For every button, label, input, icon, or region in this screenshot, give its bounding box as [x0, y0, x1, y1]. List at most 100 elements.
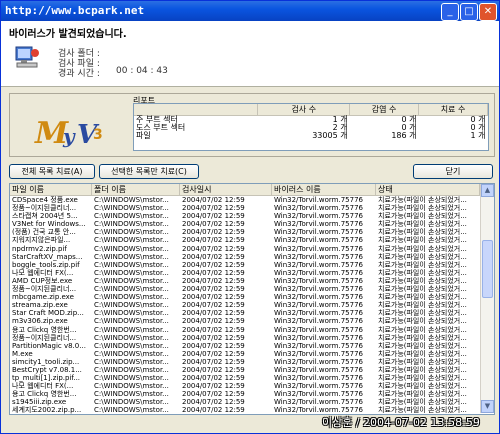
table-cell: 치료가능(파일이 손상되었거... [378, 212, 467, 221]
table-cell: C:\WINDOWS\mstor... [94, 252, 169, 261]
table-row[interactable]: streama.zip.exe C:\WINDOWS\mstor... 2004/0… [10, 301, 480, 309]
table-cell: C:\WINDOWS\mstor... [94, 317, 169, 326]
title-bar[interactable]: http://www.bcpark.net _ □ ✕ [1, 1, 499, 21]
table-cell: 치료가능(파일이 손상되었거... [378, 374, 467, 383]
table-cell: PartitionMagic v8.0... [12, 341, 86, 350]
table-cell: Win32/Torvil.worm.75776 [274, 268, 363, 277]
table-row[interactable]: PartitionMagic v8.0... C:\WINDOWS\mstor..… [10, 342, 480, 350]
table-cell: tp_multi[1].zip.pif... [12, 374, 81, 383]
table-row[interactable]: npdrmv2.zip.pif C:\WINDOWS\mstor... 2004/0… [10, 245, 480, 253]
table-row[interactable]: 정품~이지된클리너... C:\WINDOWS\mstor... 2004/07/0… [10, 285, 480, 293]
table-row[interactable]: tp_multi[1].zip.pif... C:\WINDOWS\mstor..… [10, 374, 480, 382]
table-row[interactable]: (정품) 건국 교통 안... C:\WINDOWS\mstor... 2004/0… [10, 228, 480, 236]
table-cell: 2004/07/02 12:59 [182, 349, 245, 358]
list-body: CDSpace4 정품.exe C:\WINDOWS\mstor... 2004/0… [10, 196, 480, 415]
table-cell: C:\WINDOWS\mstor... [94, 293, 169, 302]
table-row[interactable]: boggle_tools.zip.pif C:\WINDOWS\mstor... 2… [10, 261, 480, 269]
table-cell: Win32/Torvil.worm.75776 [274, 285, 363, 294]
table-row[interactable]: V3Net for Windows... C:\WINDOWS\mstor... 2… [10, 220, 480, 228]
table-cell: 2004/07/02 12:59 [182, 341, 245, 350]
table-row[interactable]: 나모 웹에디터 FX(... C:\WINDOWS\mstor... 2004/07… [10, 269, 480, 277]
table-row[interactable]: BestCrypt v7.08.1... C:\WINDOWS\mstor... 2… [10, 366, 480, 374]
table-row[interactable]: 용고 Clickq 영한번... C:\WINDOWS\mstor... 2004/… [10, 390, 480, 398]
table-cell: 정품~이지된클리너... [12, 333, 77, 342]
table-cell: C:\WINDOWS\mstor... [94, 228, 169, 237]
table-cell: Win32/Torvil.worm.75776 [274, 349, 363, 358]
table-row[interactable]: M.exe C:\WINDOWS\mstor... 2004/07/02 12:59… [10, 350, 480, 358]
stats-col-name [134, 104, 259, 116]
table-cell: boggle_tools.zip.pif [12, 260, 80, 269]
table-cell: 치료가능(파일이 손상되었거... [378, 398, 467, 407]
table-row[interactable]: 용고 Clickq 영한번... C:\WINDOWS\mstor... 2004/… [10, 326, 480, 334]
table-row[interactable]: StarCraftXV_maps... C:\WINDOWS\mstor... 20… [10, 253, 480, 261]
table-row[interactable]: simcity1_tooli.zip... C:\WINDOWS\mstor...… [10, 358, 480, 366]
table-row[interactable]: m3v306.zip.exe C:\WINDOWS\mstor... 2004/07… [10, 317, 480, 325]
table-cell: 치료가능(파일이 손상되었거... [378, 317, 467, 326]
table-cell: s1945iii.zip.exe [12, 398, 67, 407]
treat-selected-button[interactable]: 선택한 목록만 치료(C) [99, 164, 199, 179]
treat-all-button[interactable]: 전체 목록 치료(A) [9, 164, 95, 179]
col-scan-date[interactable]: 검사일시 [180, 184, 272, 195]
list-header: 파일 이름 폴더 이름 검사일시 바이러스 이름 상태 [10, 184, 480, 196]
table-row[interactable]: s1945iii.zip.exe C:\WINDOWS\mstor... 2004/… [10, 398, 480, 406]
table-cell: 치료가능(파일이 손상되었거... [378, 293, 467, 302]
table-cell: (정품) 건국 교통 안... [12, 228, 76, 237]
svg-text:3: 3 [93, 127, 103, 143]
table-row[interactable]: CDSpace4 정품.exe C:\WINDOWS\mstor... 2004/0… [10, 196, 480, 204]
virus-found-message: 바이러스가 발견되었습니다. [9, 29, 127, 40]
table-cell: 2004/07/02 12:59 [182, 398, 245, 407]
table-cell: C:\WINDOWS\mstor... [94, 406, 169, 415]
maximize-button[interactable]: □ [460, 3, 478, 21]
stats-cell: 33005 개 [312, 131, 348, 140]
table-cell: 2004/07/02 12:59 [182, 382, 245, 391]
table-row[interactable]: 정품~이지된클리너... C:\WINDOWS\mstor... 2004/07/0… [10, 334, 480, 342]
table-cell: C:\WINDOWS\mstor... [94, 212, 169, 221]
col-file-name[interactable]: 파일 이름 [10, 184, 92, 195]
col-virus-name[interactable]: 바이러스 이름 [272, 184, 376, 195]
vertical-scrollbar[interactable]: ▲ ▼ [480, 184, 494, 413]
table-cell: C:\WINDOWS\mstor... [94, 301, 169, 310]
table-row[interactable]: Star Craft MOD.zip... C:\WINDOWS\mstor...… [10, 309, 480, 317]
scroll-down-button[interactable]: ▼ [481, 400, 494, 413]
table-cell: 2004/07/02 12:59 [182, 365, 245, 374]
table-cell: C:\WINDOWS\mstor... [94, 398, 169, 407]
scroll-thumb[interactable] [482, 240, 493, 298]
table-cell: Win32/Torvil.worm.75776 [274, 357, 363, 366]
stats-col-scanned: 검사 수 [257, 104, 351, 116]
table-cell: Win32/Torvil.worm.75776 [274, 301, 363, 310]
table-cell: 2004/07/02 12:59 [182, 333, 245, 342]
table-cell: 용고 Clickq 영한번... [12, 390, 77, 399]
table-cell: 치료가능(파일이 손상되었거... [378, 228, 467, 237]
table-row[interactable]: 지워지지않은파일... C:\WINDOWS\mstor... 2004/07/02… [10, 236, 480, 244]
col-folder-name[interactable]: 폴더 이름 [92, 184, 180, 195]
table-cell: 2004/07/02 12:59 [182, 293, 245, 302]
table-cell: 치료가능(파일이 손상되었거... [378, 325, 467, 334]
table-row[interactable]: mbcgame.zip.exe C:\WINDOWS\mstor... 2004/0… [10, 293, 480, 301]
table-cell: 2004/07/02 12:59 [182, 390, 245, 399]
scan-summary-header: 바이러스가 발견되었습니다. 검사 폴더 : 검사 파일 : 경과 시간 : 0… [1, 21, 499, 87]
close-window-button[interactable]: ✕ [479, 3, 497, 21]
table-cell: streama.zip.exe [12, 301, 68, 310]
table-row[interactable]: 스타캡쳐 2004년 5... C:\WINDOWS\mstor... 2004/0… [10, 212, 480, 220]
table-cell: Win32/Torvil.worm.75776 [274, 212, 363, 221]
table-row[interactable]: AMD CUP정보.exe C:\WINDOWS\mstor... 2004/07/… [10, 277, 480, 285]
minimize-button[interactable]: _ [441, 3, 459, 21]
close-button[interactable]: 닫기 [413, 164, 493, 179]
table-cell: 2004/07/02 12:59 [182, 357, 245, 366]
table-cell: 치료가능(파일이 손상되었거... [378, 390, 467, 399]
col-status[interactable]: 상태 [376, 184, 480, 195]
table-cell: C:\WINDOWS\mstor... [94, 341, 169, 350]
table-cell: Win32/Torvil.worm.75776 [274, 244, 363, 253]
table-cell: Win32/Torvil.worm.75776 [274, 252, 363, 261]
scroll-up-button[interactable]: ▲ [481, 184, 494, 197]
infected-file-list[interactable]: 파일 이름 폴더 이름 검사일시 바이러스 이름 상태 CDSpace4 정품.… [9, 183, 495, 415]
table-cell: 2004/07/02 12:59 [182, 374, 245, 383]
table-cell: 2004/07/02 12:59 [182, 228, 245, 237]
table-cell: BestCrypt v7.08.1... [12, 365, 82, 374]
table-cell: 치료가능(파일이 손상되었거... [378, 204, 467, 213]
table-cell: 2004/07/02 12:59 [182, 260, 245, 269]
elapsed-label: 경과 시간 : [58, 69, 100, 79]
table-cell: 용고 Clickq 영한번... [12, 325, 77, 334]
table-row[interactable]: 정품~이지된클리너... C:\WINDOWS\mstor... 2004/07/0… [10, 204, 480, 212]
table-row[interactable]: 나모 웹에디터 FX(... C:\WINDOWS\mstor... 2004/07… [10, 382, 480, 390]
